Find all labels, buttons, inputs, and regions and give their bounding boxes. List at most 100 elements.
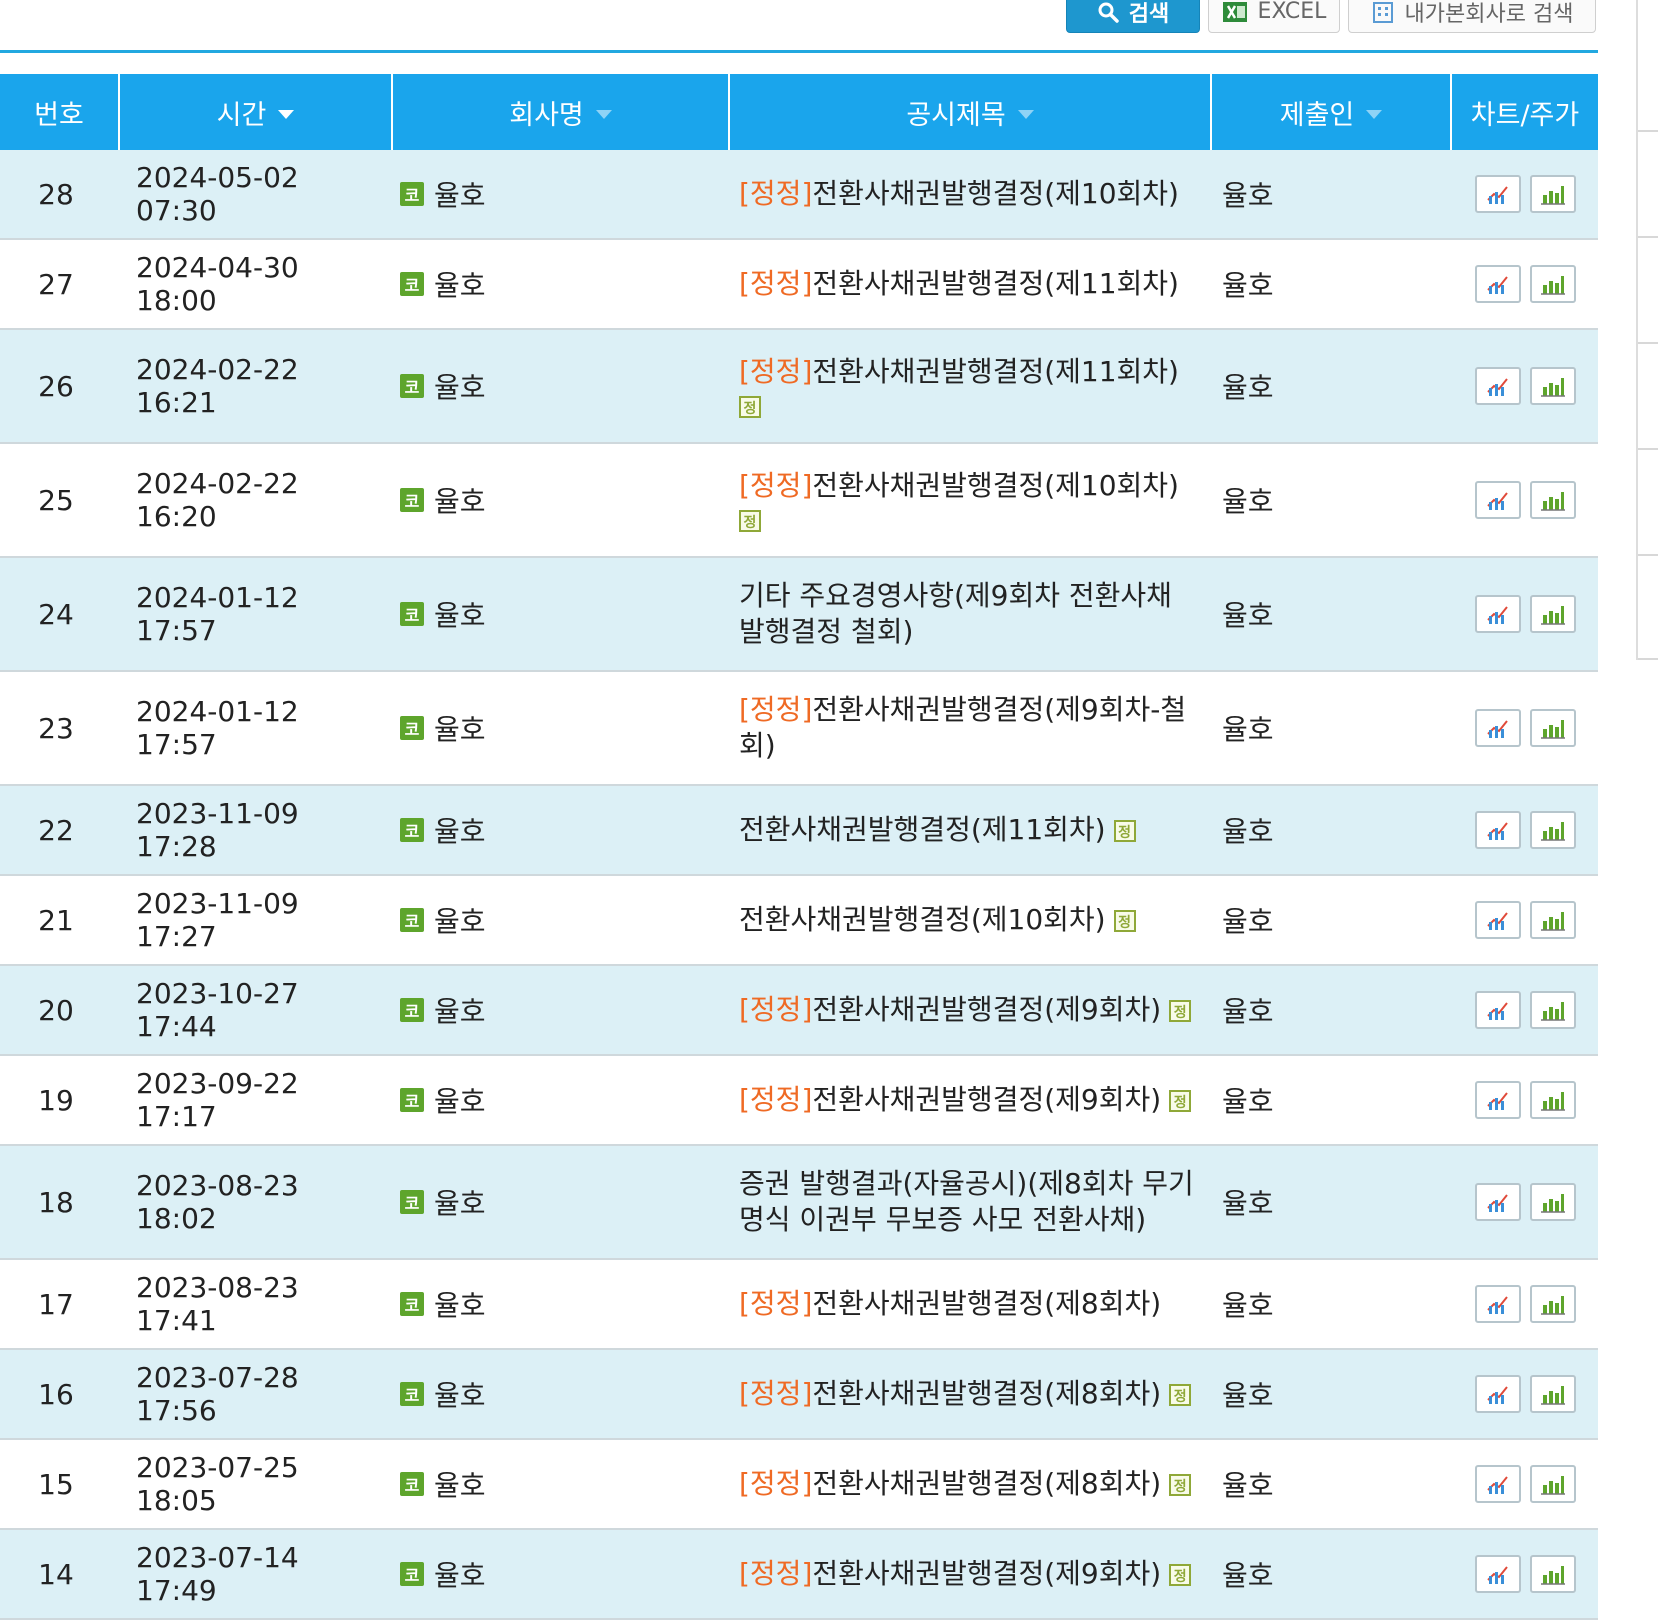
company-link[interactable]: 코 율호 (392, 966, 722, 1054)
kosdaq-badge-icon: 코 (400, 1292, 424, 1316)
stock-price-button[interactable] (1529, 811, 1576, 849)
company-link[interactable]: 코 율호 (392, 876, 722, 964)
chart-button[interactable] (1474, 367, 1521, 405)
chart-icon (1485, 1088, 1511, 1112)
row-time: 2024-01-12 17:57 (136, 695, 299, 761)
company-link[interactable]: 코 율호 (392, 240, 722, 328)
chart-button[interactable] (1474, 481, 1521, 519)
row-chart-buttons (1452, 1146, 1598, 1258)
disclosure-title-link[interactable]: 기타 주요경영사항(제9회차 전환사채 발행결정 철회) (739, 578, 1205, 650)
company-link[interactable]: 코 율호 (392, 150, 722, 238)
chart-button[interactable] (1474, 709, 1521, 747)
row-submitter: 율호 (1222, 179, 1274, 212)
chart-button[interactable] (1474, 595, 1521, 633)
bar-chart-icon (1540, 374, 1566, 398)
company-link[interactable]: 코 율호 (392, 558, 722, 670)
excel-icon (1222, 0, 1248, 24)
correction-tag: [정정] (739, 1467, 813, 1500)
column-header-title[interactable]: 공시제목 (730, 74, 1212, 150)
table-row: 22 2023-11-09 17:28 코 율호 전환사채권발행결정(제11회차) 정 율호 (0, 786, 1598, 876)
row-submitter: 율호 (1222, 1469, 1274, 1502)
chart-button[interactable] (1474, 1555, 1521, 1593)
column-header-time[interactable]: 시간 (120, 74, 393, 150)
stock-price-button[interactable] (1529, 901, 1576, 939)
bar-chart-icon (1540, 1190, 1566, 1214)
disclosure-title-link[interactable]: [정정]전환사채권발행결정(제9회차) 정 (739, 1556, 1192, 1592)
disclosure-title-link[interactable]: 전환사채권발행결정(제10회차) 정 (739, 902, 1136, 938)
disclosure-title-link[interactable]: [정정]전환사채권발행결정(제8회차) 정 (739, 1376, 1192, 1412)
sidebar-divider (1638, 342, 1658, 344)
stock-price-button[interactable] (1529, 1465, 1576, 1503)
stock-price-button[interactable] (1529, 991, 1576, 1029)
company-link[interactable]: 코 율호 (392, 1056, 722, 1144)
stock-price-button[interactable] (1529, 1555, 1576, 1593)
bar-chart-icon (1540, 716, 1566, 740)
chart-button[interactable] (1474, 265, 1521, 303)
my-viewed-companies-button[interactable]: 내가본회사로 검색 (1348, 0, 1596, 33)
row-chart-buttons (1452, 876, 1598, 964)
column-header-submitter[interactable]: 제출인 (1212, 74, 1452, 150)
company-link[interactable]: 코 율호 (392, 1260, 722, 1348)
kosdaq-badge-icon: 코 (400, 716, 424, 740)
chart-button[interactable] (1474, 1285, 1521, 1323)
disclosure-title-link[interactable]: 증권 발행결과(자율공시)(제8회차 무기명식 이권부 무보증 사모 전환사채) (739, 1166, 1205, 1238)
disclosure-title-link[interactable]: [정정]전환사채권발행결정(제10회차) 정 (739, 468, 1179, 532)
excel-button[interactable]: EXCEL (1208, 0, 1340, 33)
chart-button[interactable] (1474, 901, 1521, 939)
chart-button[interactable] (1474, 1183, 1521, 1221)
disclosure-title-link[interactable]: [정정]전환사채권발행결정(제11회차) (739, 266, 1179, 302)
stock-price-button[interactable] (1529, 1183, 1576, 1221)
company-link[interactable]: 코 율호 (392, 672, 722, 784)
stock-price-button[interactable] (1529, 265, 1576, 303)
row-chart-buttons (1452, 1056, 1598, 1144)
stock-price-button[interactable] (1529, 1285, 1576, 1323)
disclosure-title-link[interactable]: [정정]전환사채권발행결정(제9회차) 정 (739, 992, 1192, 1028)
company-link[interactable]: 코 율호 (392, 1440, 722, 1528)
row-submitter: 율호 (1222, 1085, 1274, 1118)
row-number: 28 (38, 177, 74, 211)
row-time: 2023-10-27 17:44 (136, 977, 299, 1043)
table-row: 23 2024-01-12 17:57 코 율호 [정정]전환사채권발행결정(제9회차-… (0, 672, 1598, 786)
row-chart-buttons (1452, 1260, 1598, 1348)
disclosure-title-link[interactable]: [정정]전환사채권발행결정(제10회차) (739, 176, 1179, 212)
company-link[interactable]: 코 율호 (392, 330, 722, 442)
column-header-company[interactable]: 회사명 (393, 74, 730, 150)
chart-button[interactable] (1474, 1375, 1521, 1413)
company-link[interactable]: 코 율호 (392, 444, 722, 556)
column-header-chart: 차트/주가 (1470, 99, 1580, 131)
chart-icon (1485, 602, 1511, 626)
disclosure-title-link[interactable]: [정정]전환사채권발행결정(제8회차) 정 (739, 1466, 1192, 1502)
chart-button[interactable] (1474, 1081, 1521, 1119)
table-row: 17 2023-08-23 17:41 코 율호 [정정]전환사채권발행결정(제8회차)… (0, 1260, 1598, 1350)
row-submitter: 율호 (1222, 995, 1274, 1028)
company-link[interactable]: 코 율호 (392, 1530, 722, 1618)
search-button[interactable]: 검색 (1066, 0, 1200, 33)
disclosure-title-link[interactable]: [정정]전환사채권발행결정(제9회차) 정 (739, 1082, 1192, 1118)
row-chart-buttons (1452, 672, 1598, 784)
sidebar-divider (1638, 448, 1658, 450)
row-title: [정정]전환사채권발행결정(제8회차) 정 (729, 1350, 1205, 1438)
row-number: 18 (38, 1185, 74, 1219)
stock-price-button[interactable] (1529, 709, 1576, 747)
stock-price-button[interactable] (1529, 1081, 1576, 1119)
disclosure-title-link[interactable]: [정정]전환사채권발행결정(제11회차) 정 (739, 354, 1179, 418)
stock-price-button[interactable] (1529, 175, 1576, 213)
stock-price-button[interactable] (1529, 1375, 1576, 1413)
bar-chart-icon (1540, 182, 1566, 206)
disclosure-title-link[interactable]: [정정]전환사채권발행결정(제9회차-철회) (739, 692, 1205, 764)
chart-icon (1485, 998, 1511, 1022)
chart-button[interactable] (1474, 175, 1521, 213)
disclosure-title-link[interactable]: 전환사채권발행결정(제11회차) 정 (739, 812, 1136, 848)
stock-price-button[interactable] (1529, 481, 1576, 519)
stock-price-button[interactable] (1529, 367, 1576, 405)
revised-badge-icon: 정 (1169, 1474, 1192, 1496)
company-link[interactable]: 코 율호 (392, 1350, 722, 1438)
disclosure-title-link[interactable]: [정정]전환사채권발행결정(제8회차) (739, 1286, 1161, 1322)
company-link[interactable]: 코 율호 (392, 1146, 722, 1258)
chart-button[interactable] (1474, 991, 1521, 1029)
stock-price-button[interactable] (1529, 595, 1576, 633)
row-time: 2023-11-09 17:27 (136, 887, 299, 953)
company-link[interactable]: 코 율호 (392, 786, 722, 874)
chart-button[interactable] (1474, 811, 1521, 849)
chart-button[interactable] (1474, 1465, 1521, 1503)
